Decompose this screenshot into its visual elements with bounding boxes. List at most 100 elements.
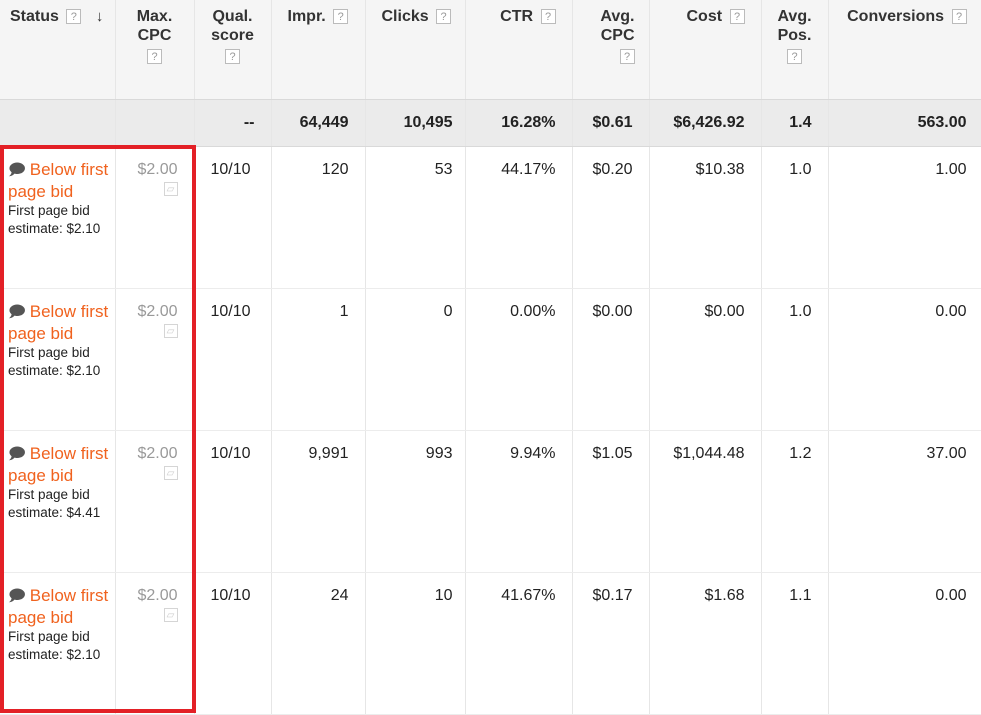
header-row: Status ? ↓ Max. CPC ? Qual. score ? Impr… (0, 0, 981, 100)
table-row: 🗩 Below first page bid First page bid est… (0, 146, 981, 289)
column-header-conversions[interactable]: Conversions ? (828, 0, 981, 100)
totals-max-cpc (115, 99, 195, 147)
totals-cost: $6,426.92 (649, 99, 762, 147)
max-cpc-cell[interactable]: $2.00 ▱ (115, 146, 195, 289)
table-row: 🗩 Below first page bid First page bid est… (0, 288, 981, 431)
ctr-cell: 0.00% (465, 288, 573, 431)
totals-conversions: 563.00 (828, 99, 981, 147)
clicks-cell: 53 (365, 146, 466, 289)
totals-row: -- 64,449 10,495 16.28% $0.61 $6,426.92 … (0, 99, 981, 147)
avg-cpc-cell: $0.20 (572, 146, 650, 289)
status-cell: 🗩 Below first page bid First page bid est… (0, 572, 116, 715)
column-header-clicks[interactable]: Clicks ? (365, 0, 466, 100)
help-icon[interactable]: ? (333, 9, 349, 25)
chart-icon[interactable]: ▱ (163, 181, 178, 196)
avg-pos-cell: 1.0 (761, 288, 829, 431)
help-icon[interactable]: ? (225, 49, 240, 65)
column-label: Conversions (847, 8, 945, 25)
max-cpc-cell[interactable]: $2.00 ▱ (115, 430, 195, 573)
clicks-cell: 0 (365, 288, 466, 431)
chart-icon[interactable]: ▱ (163, 607, 178, 622)
impr-cell: 1 (271, 288, 366, 431)
qual-score-cell: 10/10 (194, 146, 272, 289)
speech-bubble-icon[interactable]: 🗩 (8, 588, 26, 605)
totals-status (0, 99, 116, 147)
status-note: First page bid estimate: $4.41 (8, 486, 101, 520)
conversions-cell: 37.00 (828, 430, 981, 573)
column-label-line: CPC (600, 27, 635, 44)
column-header-qual-score[interactable]: Qual. score ? (194, 0, 272, 100)
column-header-avg-cpc[interactable]: Avg. CPC ? (572, 0, 650, 100)
qual-score-cell: 10/10 (194, 572, 272, 715)
column-header-max-cpc[interactable]: Max. CPC ? (115, 0, 195, 100)
column-header-status[interactable]: Status ? ↓ (0, 0, 116, 100)
status-link[interactable]: 🗩 Below first page bid (8, 585, 115, 628)
max-cpc-cell[interactable]: $2.00 ▱ (115, 288, 195, 431)
cost-cell: $0.00 (649, 288, 762, 431)
max-cpc-cell[interactable]: $2.00 ▱ (115, 572, 195, 715)
avg-cpc-cell: $0.17 (572, 572, 650, 715)
column-label: CTR (500, 8, 534, 25)
column-label-line: CPC (137, 27, 172, 44)
totals-avg-pos: 1.4 (761, 99, 829, 147)
help-icon[interactable]: ? (540, 9, 556, 25)
totals-avg-cpc: $0.61 (572, 99, 650, 147)
max-cpc-value[interactable]: $2.00 (137, 445, 177, 462)
help-icon[interactable]: ? (147, 49, 162, 65)
ctr-cell: 41.67% (465, 572, 573, 715)
column-header-avg-pos[interactable]: Avg. Pos. ? (761, 0, 829, 100)
column-label-line: Avg. (777, 8, 812, 25)
chart-icon[interactable]: ▱ (163, 323, 178, 338)
max-cpc-value[interactable]: $2.00 (137, 587, 177, 604)
status-note: First page bid estimate: $2.10 (8, 202, 101, 236)
qual-score-cell: 10/10 (194, 288, 272, 431)
keywords-table: Status ? ↓ Max. CPC ? Qual. score ? Impr… (0, 0, 981, 715)
column-label-line: Avg. (600, 8, 635, 25)
totals-clicks: 10,495 (365, 99, 466, 147)
status-link[interactable]: 🗩 Below first page bid (8, 443, 115, 486)
clicks-cell: 993 (365, 430, 466, 573)
table-row: 🗩 Below first page bid First page bid est… (0, 572, 981, 715)
help-icon[interactable]: ? (619, 49, 635, 65)
column-label-line: Max. (136, 8, 173, 25)
speech-bubble-icon[interactable]: 🗩 (8, 446, 26, 463)
speech-bubble-icon[interactable]: 🗩 (8, 304, 26, 321)
chart-icon[interactable]: ▱ (163, 465, 178, 480)
avg-pos-cell: 1.2 (761, 430, 829, 573)
status-note: First page bid estimate: $2.10 (8, 344, 101, 378)
cost-cell: $1,044.48 (649, 430, 762, 573)
help-icon[interactable]: ? (951, 9, 967, 25)
ctr-cell: 44.17% (465, 146, 573, 289)
help-icon[interactable]: ? (787, 49, 802, 65)
conversions-cell: 0.00 (828, 572, 981, 715)
help-icon[interactable]: ? (729, 9, 745, 25)
totals-impr: 64,449 (271, 99, 366, 147)
status-cell: 🗩 Below first page bid First page bid est… (0, 288, 116, 431)
sort-desc-icon[interactable]: ↓ (96, 8, 104, 25)
status-link[interactable]: 🗩 Below first page bid (8, 301, 115, 344)
column-label-line: Qual. (212, 8, 253, 25)
status-cell: 🗩 Below first page bid First page bid est… (0, 146, 116, 289)
table-row: 🗩 Below first page bid First page bid est… (0, 430, 981, 573)
status-note: First page bid estimate: $2.10 (8, 628, 101, 662)
avg-cpc-cell: $1.05 (572, 430, 650, 573)
column-header-cost[interactable]: Cost ? (649, 0, 762, 100)
column-header-impr[interactable]: Impr. ? (271, 0, 366, 100)
ctr-cell: 9.94% (465, 430, 573, 573)
column-label: Cost (686, 8, 723, 25)
column-label-line: score (211, 27, 254, 44)
help-icon[interactable]: ? (436, 9, 452, 25)
speech-bubble-icon[interactable]: 🗩 (8, 162, 26, 179)
help-icon[interactable]: ? (66, 9, 82, 25)
status-link[interactable]: 🗩 Below first page bid (8, 159, 115, 202)
impr-cell: 120 (271, 146, 366, 289)
column-header-ctr[interactable]: CTR ? (465, 0, 573, 100)
max-cpc-value[interactable]: $2.00 (137, 161, 177, 178)
totals-qual-score: -- (194, 99, 272, 147)
status-cell: 🗩 Below first page bid First page bid est… (0, 430, 116, 573)
avg-pos-cell: 1.1 (761, 572, 829, 715)
avg-pos-cell: 1.0 (761, 146, 829, 289)
max-cpc-value[interactable]: $2.00 (137, 303, 177, 320)
avg-cpc-cell: $0.00 (572, 288, 650, 431)
conversions-cell: 1.00 (828, 146, 981, 289)
